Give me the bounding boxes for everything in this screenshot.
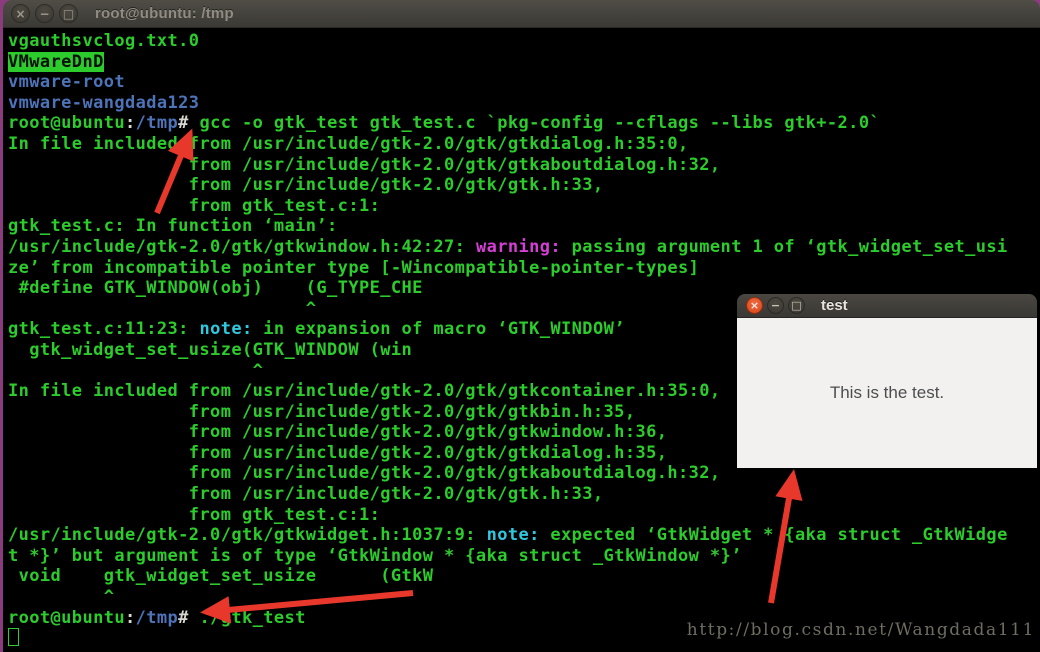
gtk-test-window-title: test [821,297,848,314]
terminal-line: from gtk_test.c:1: [8,195,381,216]
terminal-line: /usr/include/gtk-2.0/gtk/gtkwindow.h:42:… [8,236,1008,257]
minimize-icon[interactable]: − [35,4,54,23]
test-minimize-icon[interactable]: − [767,297,784,314]
gtk-test-window-titlebar[interactable]: × − □ test [737,294,1037,318]
gtk-test-window-label: This is the test. [829,383,945,402]
terminal-line: VMwareDnD [8,51,104,72]
gtk-test-window-body: This is the test. [737,318,1037,468]
terminal-cursor [8,628,19,647]
terminal-line: from /usr/include/gtk-2.0/gtk/gtk.h:33, [8,484,604,505]
watermark: http://blog.csdn.net/Wangdada111 [686,620,1035,640]
terminal-window-title: root@ubuntu: /tmp [95,5,234,22]
terminal-line: t *}’ but argument is of type ‘GtkWindow… [8,545,742,566]
terminal-line: /usr/include/gtk-2.0/gtk/gtkwidget.h:103… [8,525,1008,546]
terminal-line: vmware-root [8,72,125,93]
terminal-line: root@ubuntu:/tmp# gcc -o gtk_test gtk_te… [8,113,881,134]
gtk-test-window: × − □ test This is the test. [737,294,1037,468]
maximize-icon[interactable]: □ [59,4,78,23]
close-icon[interactable]: × [11,4,30,23]
terminal-titlebar[interactable]: × − □ root@ubuntu: /tmp [3,0,1040,28]
test-close-icon[interactable]: × [746,297,763,314]
test-maximize-icon[interactable]: □ [788,297,805,314]
terminal-line: ^ [8,587,115,608]
terminal-line: In file included from /usr/include/gtk-2… [8,133,689,154]
terminal-line: from /usr/include/gtk-2.0/gtk/gtkaboutdi… [8,154,721,175]
terminal-line: from gtk_test.c:1: [8,504,381,525]
terminal-line: vgauthsvclog.txt.0 [8,31,200,51]
terminal-line: from /usr/include/gtk-2.0/gtk/gtk.h:33, [8,175,604,196]
terminal-line: void gtk_widget_set_usize (GtkW [8,566,434,587]
terminal-line: ze’ from incompatible pointer type [-Win… [8,257,700,278]
terminal-line: vmware-wangdada123 [8,92,200,113]
terminal-line: gtk_test.c: In function ‘main’: [8,216,338,237]
